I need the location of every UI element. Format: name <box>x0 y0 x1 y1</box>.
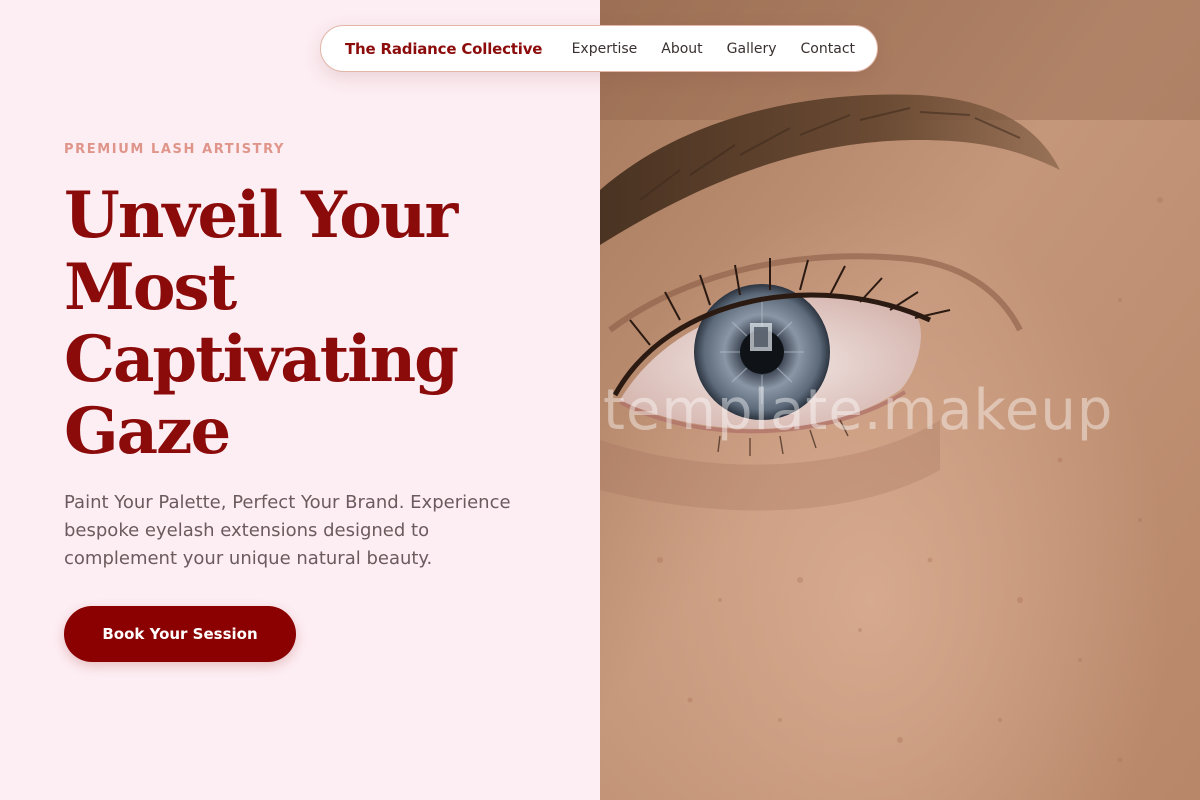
nav-link-expertise[interactable]: Expertise <box>572 41 638 57</box>
headline-line-1: Unveil Your <box>64 178 458 253</box>
headline-line-3: Captivating <box>64 322 459 397</box>
headline-line-4: Gaze <box>64 394 231 469</box>
hero-eye-image <box>600 0 1200 800</box>
nav-link-contact[interactable]: Contact <box>801 41 855 57</box>
hero-headline: Unveil Your Most Captivating Gaze <box>64 180 564 468</box>
nav-links: Expertise About Gallery Contact <box>572 41 855 57</box>
top-nav: The Radiance Collective Expertise About … <box>320 25 878 72</box>
book-session-button[interactable]: Book Your Session <box>64 606 296 662</box>
nav-link-gallery[interactable]: Gallery <box>727 41 777 57</box>
hero-subtext: Paint Your Palette, Perfect Your Brand. … <box>64 492 511 569</box>
page: template.makeup The Radiance Collective … <box>0 0 1200 800</box>
nav-link-about[interactable]: About <box>661 41 702 57</box>
hero-eyebrow: PREMIUM LASH ARTISTRY <box>64 142 286 157</box>
headline-line-2: Most <box>64 250 237 325</box>
brand-logo-text[interactable]: The Radiance Collective <box>345 40 542 58</box>
